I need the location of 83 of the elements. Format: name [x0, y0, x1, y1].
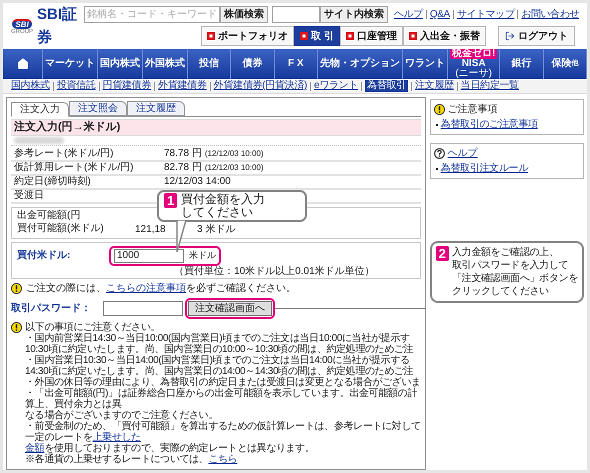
note-text: ・外国の休日等の理由により、為替取引の約定日または受渡日は変更となる場合がございま	[25, 377, 421, 388]
rate-value: 78.78 円	[164, 147, 202, 161]
subnav-link[interactable]: 円貨建債券	[102, 80, 152, 92]
balance-label: 出金可能額(円	[17, 210, 82, 222]
order-tab[interactable]: 注文入力	[11, 102, 69, 117]
header-link[interactable]: Q&A	[430, 7, 450, 22]
nisa-reading: (ニーサ)	[455, 69, 492, 79]
note-text: 14:30頃に約定いたします。尚、国内営業日の14:00～14:30頃の間は、約定処理のためご注	[25, 366, 414, 377]
order-confirm-button[interactable]: 注文確認画面へ	[188, 301, 272, 316]
subnav-link[interactable]: 外貨建債券(円貨決済)	[214, 80, 308, 92]
rate-label: 約定日(締切時刻)	[14, 176, 92, 188]
search-field[interactable]: 銘柄名・コード・キーワード	[84, 6, 220, 23]
square-bullet-icon	[409, 32, 417, 40]
square-bullet-icon	[300, 32, 308, 40]
stock-search-button[interactable]: 株価検索	[220, 6, 268, 23]
subnav-link[interactable]: 外貨建債券	[158, 80, 207, 92]
buy-amount-label: 買付米ドル:	[17, 248, 72, 263]
sidebar-heading: ご注意事項	[448, 102, 498, 117]
subnav-link[interactable]: 投資信託	[56, 80, 96, 92]
subnav-link[interactable]: eワラント	[314, 80, 358, 92]
note-link[interactable]: 上乗せした	[92, 432, 141, 443]
square-bullet-icon	[346, 32, 354, 40]
step-number: 2	[436, 246, 449, 261]
unit-note: （買付単位：10米ドル以上0.01米ドル単位）	[173, 266, 376, 276]
subnav-link[interactable]: 為替取引	[365, 80, 408, 92]
caution-link[interactable]: こちらの注意事項	[106, 282, 186, 294]
note-link[interactable]: 金額	[25, 443, 44, 454]
rate-label: 仮計算用レート(米ドル/円)	[14, 162, 134, 174]
subnav-link[interactable]: 当日約定一覧	[460, 80, 519, 92]
balance-value: 121,18	[135, 222, 167, 236]
note-text: ・「出金可能額(円)」は証券総合口座からの出金可能額を表示しています。出金可能額の計算上、買付余力とは異	[25, 388, 418, 410]
note-text: ・国内前営業日14:30～当日10:00(国内営業日)頃までのご注文は当日10:00に当社が提示す	[25, 333, 410, 344]
note-text: 金額を使用しておりますので、実際の約定レートとは異なります。	[25, 443, 316, 454]
rate-time: (12/12/03 10:00)	[204, 148, 264, 160]
exit-arrow-icon	[505, 31, 515, 41]
account-menu-button[interactable]: ポートフォリオ	[201, 26, 294, 46]
callout-text: 買付金額を入力 してください	[181, 193, 266, 219]
callout-text: 入力金額をご確認の上、 取引パスワードを入力して 「注文確認画面へ」ボタンを クリックしてください	[452, 246, 578, 298]
buy-amount-field[interactable]: 1000	[114, 248, 184, 262]
rate-value: 12/12/03 14:00	[164, 175, 231, 189]
rate-time: (12/12/03 10:00)	[204, 162, 264, 174]
logo-name: SBI証券	[37, 5, 78, 48]
subnav-link[interactable]: 注文履歴	[414, 80, 454, 92]
square-bullet-icon	[207, 32, 216, 40]
note-link[interactable]: こちら	[208, 454, 238, 465]
nav-item[interactable]: NISA	[462, 59, 486, 69]
note-text: なる場合がございますのでご注意ください。	[25, 410, 220, 421]
warning-icon	[434, 104, 445, 115]
site-search-field[interactable]	[272, 6, 320, 23]
note-text: 10:30頃に約定いたします。尚、国内営業日の10:00～10:30頃の間は、約定処理のためご注	[25, 344, 414, 355]
header-link[interactable]: お問い合わせ	[521, 7, 579, 22]
sidebar-link[interactable]: 為替取引のご注意事項	[440, 117, 538, 132]
site-search-button[interactable]: サイト内検索	[320, 6, 388, 23]
currency-unit: 米ドル	[189, 248, 216, 262]
account-menu-button[interactable]: 口座管理	[340, 26, 403, 46]
balance-label: 買付可能額(米ドル)	[17, 223, 105, 235]
order-tab[interactable]: 注文履歴	[127, 101, 185, 116]
header-link[interactable]: サイトマップ	[456, 7, 514, 22]
subnav-link[interactable]: 国内株式	[11, 80, 50, 92]
warning-icon	[11, 322, 22, 333]
account-menu-button[interactable]: 取 引	[294, 26, 340, 46]
header-link[interactable]: ヘルプ	[394, 7, 423, 22]
rate-label: 参考レート(米ドル/円)	[14, 148, 114, 160]
order-tab[interactable]: 注文照会	[69, 101, 127, 116]
rate-label: 受渡日	[14, 190, 45, 202]
balance-value: 3 米ドル	[197, 222, 236, 236]
help-icon	[434, 148, 445, 159]
note-text: ・国内営業日10:30～当日14:00(国内営業日)頃までのご注文は当日14:00に当社が提示する	[25, 355, 410, 366]
step-number: 1	[164, 193, 178, 208]
logout-button[interactable]: ログアウト	[498, 26, 575, 46]
notes-heading: 以下の事項にご注意ください。	[25, 322, 162, 333]
caution-text: ご注文の際には、こちらの注意事項を必ずご確認ください。	[26, 282, 296, 296]
home-icon	[16, 58, 28, 70]
rate-value: 82.78 円	[164, 161, 202, 175]
sidebar-link[interactable]: 為替取引注文ルール	[440, 161, 528, 176]
help-link[interactable]: ヘルプ	[448, 146, 478, 161]
note-text: ※各通貨の上乗せするレートについては、こちら	[25, 454, 238, 465]
account-menu-button[interactable]: 入出金・振替	[403, 26, 486, 46]
order-title: 注文入力(円→米ドル)	[11, 119, 421, 136]
password-label: 取引パスワード：	[11, 302, 92, 316]
warning-icon	[11, 282, 22, 294]
note-text: ・前受金制のため、「買付可能額」を算出するための仮計算レートは、参考レートに対して一定のレートを上乗せした	[25, 421, 421, 443]
password-field[interactable]	[103, 300, 183, 316]
